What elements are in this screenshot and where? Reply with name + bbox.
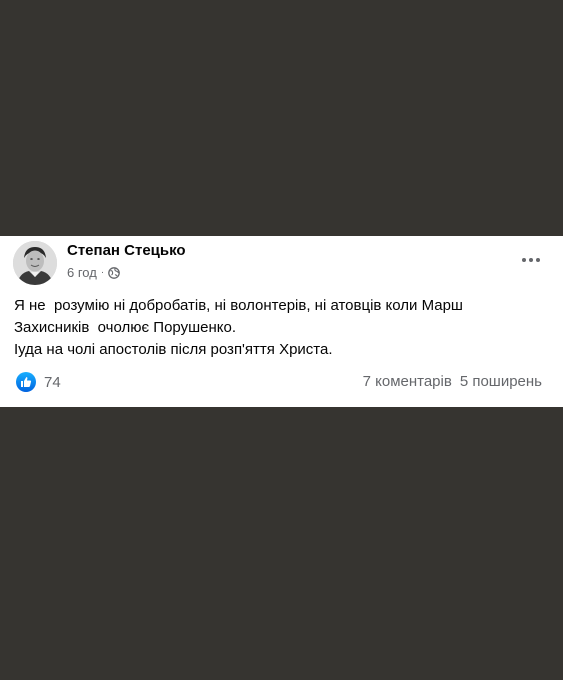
shares-count-link[interactable]: 5 поширень [460, 373, 542, 390]
author-name[interactable]: Степан Стецько [67, 242, 186, 259]
post-time[interactable]: 6 год [67, 265, 97, 280]
post-text-line: Іуда на чолі апостолів після розп'яття Х… [14, 341, 333, 358]
engagement-stats: 7 коментарів 5 поширень [363, 373, 542, 390]
post-text-line: Я не розумію ні добробатів, ні волонтері… [14, 297, 463, 314]
post-text: Я не розумію ні добробатів, ні волонтері… [14, 295, 549, 361]
reactions-summary[interactable]: 74 [16, 372, 61, 392]
like-icon [16, 372, 36, 392]
author-avatar[interactable] [13, 241, 57, 285]
comments-count-link[interactable]: 7 коментарів [363, 373, 452, 390]
reaction-count: 74 [44, 373, 61, 391]
post-text-line: Захисників очолює Порушенко. [14, 319, 237, 336]
post-meta: 6 год · [67, 265, 121, 280]
more-options-icon[interactable] [519, 250, 543, 270]
avatar-photo [13, 241, 57, 285]
globe-icon[interactable] [108, 266, 121, 279]
post-card: Степан Стецько 6 год · Я не розумію ні д… [0, 236, 563, 407]
meta-separator: · [100, 266, 105, 278]
